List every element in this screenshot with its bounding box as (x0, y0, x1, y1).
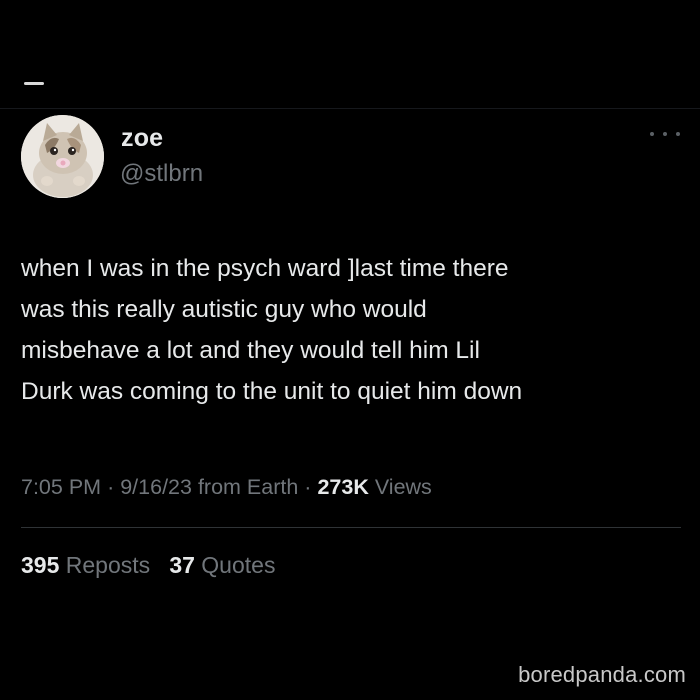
tweet-source: from Earth (197, 475, 299, 499)
meta-separator: · (107, 475, 115, 499)
tweet-date[interactable]: 9/16/23 (120, 475, 192, 499)
more-dot (663, 132, 667, 136)
quotes-count: 37 (169, 552, 195, 578)
user-handle[interactable]: @stlbrn (120, 160, 203, 188)
watermark: boredpanda.com (518, 662, 686, 687)
reposts-label: Reposts (65, 552, 151, 578)
views-count: 273K (317, 475, 369, 499)
quotes-label: Quotes (201, 552, 276, 578)
reposts-count: 395 (21, 552, 60, 578)
more-horizontal-icon[interactable] (650, 126, 680, 142)
tweet-text: when I was in the psych ward ]last time … (21, 248, 691, 412)
kitten-avatar-image (21, 115, 104, 198)
views-label: Views (374, 475, 432, 499)
tweet-text-line: when I was in the psych ward ]last time … (21, 255, 509, 282)
divider (21, 527, 681, 528)
tweet-text-line: Durk was coming to the unit to quiet him… (21, 378, 523, 405)
meta-separator: · (304, 475, 312, 499)
reposts-link[interactable]: 395 Reposts (21, 552, 157, 578)
display-name[interactable]: zoe (121, 124, 163, 153)
tweet-text-line: was this really autistic guy who would (21, 296, 427, 323)
back-indicator[interactable] (24, 82, 44, 85)
top-bar (0, 0, 700, 109)
quotes-link[interactable]: 37 Quotes (169, 552, 275, 578)
avatar[interactable] (21, 115, 104, 198)
engagement-stats: 395 Reposts 37 Quotes (21, 552, 275, 579)
more-dot (676, 132, 680, 136)
tweet-time[interactable]: 7:05 PM (21, 475, 101, 499)
tweet-text-line: misbehave a lot and they would tell him … (21, 337, 480, 364)
more-dot (650, 132, 654, 136)
tweet-meta: 7:05 PM · 9/16/23 from Earth · 273K View… (21, 475, 432, 500)
